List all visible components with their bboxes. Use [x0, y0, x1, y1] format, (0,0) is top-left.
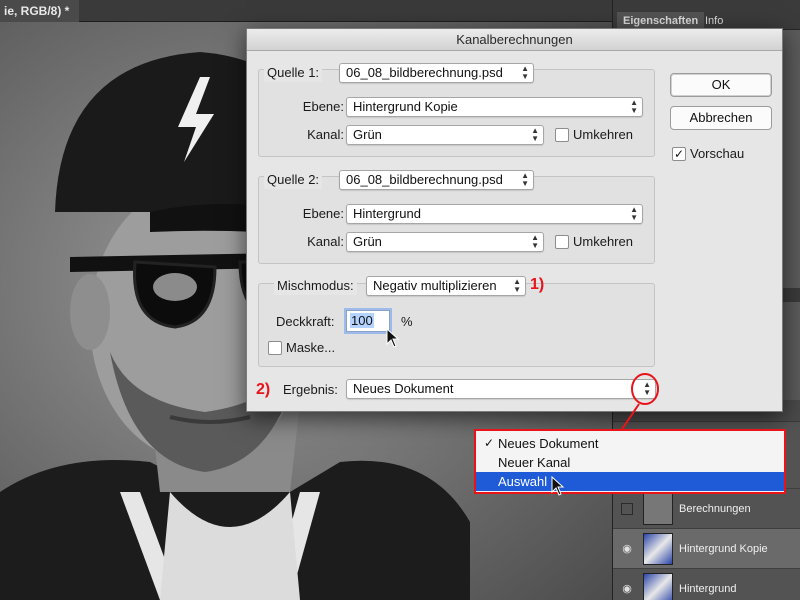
dropdown-item-auswahl[interactable]: Auswahl [476, 472, 784, 491]
dropdown-item-label: Neues Dokument [498, 436, 599, 451]
dropdown-item-label: Auswahl [498, 474, 548, 489]
mouse-cursor-icon [551, 476, 565, 496]
checkmark-icon: ✓ [484, 436, 495, 450]
mouse-cursor-icon [386, 328, 400, 348]
result-dropdown-list: ✓ Neues Dokument Neuer Kanal Auswahl [474, 429, 786, 494]
dropdown-item-neues-dokument[interactable]: ✓ Neues Dokument [476, 434, 784, 453]
dropdown-item-neuer-kanal[interactable]: Neuer Kanal [476, 453, 784, 472]
annotation-arrow [606, 373, 659, 453]
dropdown-item-label: Neuer Kanal [498, 455, 571, 470]
